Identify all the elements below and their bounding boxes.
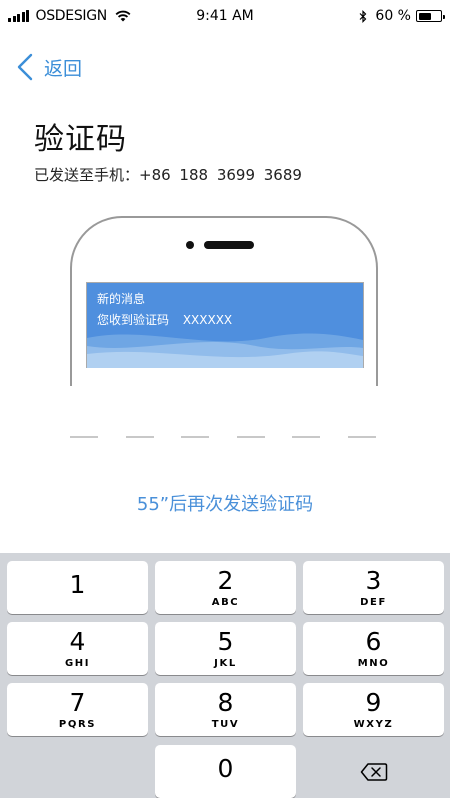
key-letters: TUV xyxy=(211,719,240,730)
code-slot xyxy=(181,436,210,438)
delete-key[interactable] xyxy=(303,745,444,798)
key-9[interactable]: 9 WXYZ xyxy=(303,683,444,736)
phone-camera-icon xyxy=(186,241,194,249)
key-6[interactable]: 6 MNO xyxy=(303,622,444,675)
key-digit: 6 xyxy=(365,627,382,656)
key-digit: 5 xyxy=(217,627,234,656)
notification-card: 新的消息 您收到验证码 XXXXXX xyxy=(86,282,364,368)
key-digit: 8 xyxy=(217,688,234,717)
battery-percentage: 60 % xyxy=(375,8,411,24)
code-slot xyxy=(292,436,321,438)
key-letters: ABC xyxy=(211,597,240,608)
key-letters: GHI xyxy=(64,658,91,669)
code-slot xyxy=(125,436,154,438)
verification-code-input[interactable] xyxy=(70,436,376,438)
battery-tip xyxy=(443,14,445,19)
key-letters: MNO xyxy=(357,658,390,669)
key-5[interactable]: 5 JKL xyxy=(155,622,296,675)
numeric-keypad: 1 2 ABC 3 DEF 4 GHI 5 JKL 6 MNO 7 PQRS 8 TUV 9 WXYZ 0 xyxy=(0,553,450,798)
status-bar: OSDESIGN 9:41 AM 60 % xyxy=(0,0,450,34)
key-3[interactable]: 3 DEF xyxy=(303,561,444,614)
backspace-icon xyxy=(360,762,387,781)
code-slot xyxy=(70,436,98,438)
phone-speaker-icon xyxy=(204,241,254,249)
sent-to-phone-text: 已发送至手机：+86 188 3699 3689 xyxy=(34,166,302,184)
back-button[interactable]: 返回 xyxy=(16,50,82,84)
key-digit: 0 xyxy=(217,754,234,783)
key-digit: 7 xyxy=(69,688,86,717)
key-digit: 4 xyxy=(69,627,86,656)
back-label: 返回 xyxy=(44,57,83,80)
battery-level-fill xyxy=(418,12,432,20)
code-slot xyxy=(347,436,376,438)
key-2[interactable]: 2 ABC xyxy=(155,561,296,614)
phone-illustration: 新的消息 您收到验证码 XXXXXX xyxy=(70,216,378,386)
page-title: 验证码 xyxy=(34,122,127,157)
chevron-left-icon xyxy=(17,53,33,81)
key-8[interactable]: 8 TUV xyxy=(155,683,296,736)
notification-title: 新的消息 xyxy=(97,292,146,306)
key-7[interactable]: 7 PQRS xyxy=(7,683,148,736)
key-digit: 2 xyxy=(217,566,234,595)
status-right: 60 % xyxy=(359,8,445,24)
key-0[interactable]: 0 xyxy=(155,745,296,798)
key-letters: DEF xyxy=(360,597,387,608)
battery-icon xyxy=(416,10,445,22)
code-slot xyxy=(236,436,265,438)
key-4[interactable]: 4 GHI xyxy=(7,622,148,675)
key-digit: 9 xyxy=(365,688,382,717)
key-1[interactable]: 1 xyxy=(7,561,148,614)
key-letters: WXYZ xyxy=(353,719,394,730)
key-letters: JKL xyxy=(214,658,237,669)
key-letters: PQRS xyxy=(58,719,97,730)
key-digit: 3 xyxy=(365,566,382,595)
key-digit: 1 xyxy=(69,570,86,599)
resend-countdown[interactable]: 55”后再次发送验证码 xyxy=(0,490,450,516)
wave-decoration xyxy=(87,333,363,368)
bluetooth-icon xyxy=(359,9,367,23)
